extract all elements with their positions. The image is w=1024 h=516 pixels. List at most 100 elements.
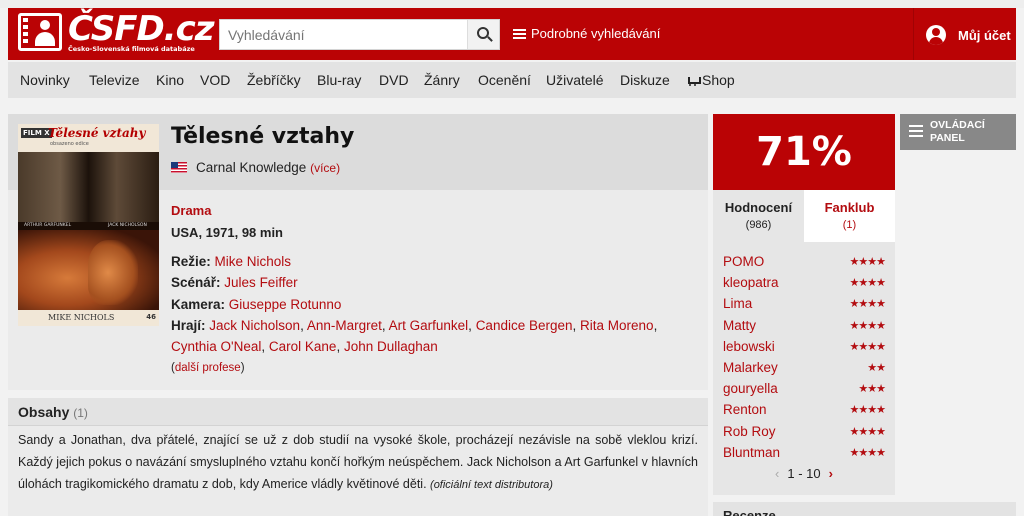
- cast-link[interactable]: Ann-Margret: [307, 318, 382, 333]
- camera-row: Kamera: Giuseppe Rotunno: [171, 297, 341, 312]
- user-rating-row: Matty ★★★★: [723, 316, 886, 337]
- search-input[interactable]: [220, 20, 468, 49]
- plot-box: Obsahy (1) Sandy a Jonathan, dva přátelé…: [8, 398, 708, 516]
- star-rating-icon: ★★★★: [849, 340, 886, 353]
- poster-actor-right: JACK NICHOLSON: [108, 223, 147, 228]
- poster-actor-left: ARTHUR GARFUNKEL: [24, 223, 72, 228]
- original-title-more-link[interactable]: (více): [310, 161, 340, 175]
- more-professions-link[interactable]: další profese: [175, 362, 241, 374]
- tab-ratings[interactable]: Hodnocení (986): [713, 190, 804, 242]
- film-genre[interactable]: Drama: [171, 203, 211, 218]
- chevron-left-icon[interactable]: ‹: [775, 466, 779, 481]
- user-rating-row: lebowski ★★★★: [723, 337, 886, 358]
- tab-ratings-label: Hodnocení: [724, 200, 793, 215]
- nav-shop-label: Shop: [702, 72, 735, 88]
- user-name-link[interactable]: Bluntman: [723, 445, 780, 460]
- nav-item-uzivatele[interactable]: Uživatelé: [546, 72, 604, 88]
- original-title-text: Carnal Knowledge: [196, 160, 307, 175]
- account-label: Můj účet: [958, 28, 1011, 43]
- cast-link[interactable]: Jack Nicholson: [209, 318, 300, 333]
- plot-count: (1): [73, 406, 88, 420]
- user-rating-row: Bluntman ★★★★: [723, 443, 886, 464]
- director-row: Režie: Mike Nichols: [171, 254, 291, 269]
- nav-item-dvd[interactable]: DVD: [379, 72, 409, 88]
- chevron-right-icon[interactable]: ›: [829, 466, 833, 481]
- user-name-link[interactable]: lebowski: [723, 339, 775, 354]
- nav-item-televize[interactable]: Televize: [89, 72, 140, 88]
- poster-title: Tělesné vztahy: [48, 126, 146, 140]
- original-title: Carnal Knowledge (více): [196, 160, 340, 175]
- control-panel-button[interactable]: OVLÁDACÍ PANEL: [900, 114, 1016, 150]
- cast-link[interactable]: Rita Moreno: [580, 318, 654, 333]
- nav-item-diskuze[interactable]: Diskuze: [620, 72, 670, 88]
- poster-subtitle: obsazeno edice: [50, 141, 89, 147]
- poster-director: MIKE NICHOLS: [48, 313, 115, 322]
- plot-title: Obsahy (1): [18, 404, 88, 420]
- search-box: [219, 19, 500, 50]
- user-name-link[interactable]: gouryella: [723, 381, 778, 396]
- advanced-search-link[interactable]: Podrobné vyhledávání: [513, 26, 660, 41]
- user-name-link[interactable]: Rob Roy: [723, 424, 776, 439]
- director-label: Režie:: [171, 254, 211, 269]
- plot-note: (oficiální text distributora): [430, 479, 553, 491]
- star-rating-icon: ★★★★: [849, 298, 886, 311]
- nav-item-bluray[interactable]: Blu-ray: [317, 72, 361, 88]
- poster-number: 46: [146, 313, 156, 321]
- usa-flag-icon: [171, 162, 187, 173]
- rating-tabs: Hodnocení (986) Fanklub (1): [713, 190, 895, 242]
- user-rating-row: POMO ★★★★: [723, 252, 886, 273]
- next-section-box: Recenze: [713, 502, 1016, 516]
- star-rating-icon: ★★: [867, 362, 886, 374]
- plot-title-text: Obsahy: [18, 404, 70, 420]
- writer-link[interactable]: Jules Feiffer: [224, 275, 297, 290]
- advanced-search-label: Podrobné vyhledávání: [531, 26, 661, 41]
- account-menu[interactable]: Můj účet: [913, 8, 1016, 60]
- user-name-link[interactable]: kleopatra: [723, 275, 779, 290]
- tab-ratings-count: (986): [745, 219, 772, 231]
- film-logo-icon: [18, 13, 62, 51]
- camera-link[interactable]: Giuseppe Rotunno: [229, 297, 342, 312]
- cast-link[interactable]: Candice Bergen: [476, 318, 573, 333]
- search-button[interactable]: [467, 20, 499, 49]
- star-rating-icon: ★★★★: [849, 404, 886, 417]
- cast-label: Hrají:: [171, 318, 206, 333]
- user-name-link[interactable]: Malarkey: [723, 360, 778, 375]
- film-title: Tělesné vztahy: [171, 124, 355, 149]
- rating-score: 71%: [713, 114, 895, 190]
- nav-item-oceneni[interactable]: Ocenění: [478, 72, 531, 88]
- tab-fanclub[interactable]: Fanklub (1): [804, 190, 895, 242]
- plot-body: Sandy a Jonathan, dva přátelé, znající s…: [18, 433, 698, 491]
- poster-faces-image: [18, 152, 159, 222]
- nav-item-zanry[interactable]: Žánry: [424, 72, 460, 88]
- user-rating-row: Renton ★★★★: [723, 400, 886, 421]
- writer-row: Scénář: Jules Feiffer: [171, 275, 298, 290]
- user-rating-row: Lima ★★★★: [723, 294, 886, 315]
- cast-link[interactable]: Carol Kane: [269, 339, 337, 354]
- paren-close: ): [240, 362, 245, 374]
- nav-item-kino[interactable]: Kino: [156, 72, 184, 88]
- cast-link[interactable]: Art Garfunkel: [389, 318, 469, 333]
- director-link[interactable]: Mike Nichols: [215, 254, 292, 269]
- logo-subtitle: Česko-Slovenská filmová databáze: [68, 45, 195, 53]
- cast-row-2: Cynthia O'Neal, Carol Kane, John Dullagh…: [171, 339, 438, 354]
- nav-item-shop[interactable]: Shop: [686, 72, 735, 88]
- nav-item-novinky[interactable]: Novinky: [20, 72, 70, 88]
- user-name-link[interactable]: Renton: [723, 402, 767, 417]
- camera-label: Kamera:: [171, 297, 226, 312]
- top-strip: [0, 0, 1024, 8]
- pager-range: 1 - 10: [787, 466, 821, 481]
- user-name-link[interactable]: Lima: [723, 296, 752, 311]
- user-name-link[interactable]: Matty: [723, 318, 756, 333]
- cast-link[interactable]: John Dullaghan: [344, 339, 438, 354]
- sliders-icon: [513, 28, 526, 39]
- tab-fanclub-count: (1): [842, 219, 857, 231]
- next-section-title: Recenze: [723, 508, 776, 516]
- site-logo[interactable]: ČSFD.cz Česko-Slovenská filmová databáze: [18, 9, 215, 55]
- nav-item-vod[interactable]: VOD: [200, 72, 230, 88]
- nav-item-zebricky[interactable]: Žebříčky: [247, 72, 301, 88]
- more-professions: (další profese): [171, 362, 245, 374]
- user-name-link[interactable]: POMO: [723, 254, 764, 269]
- cast-link[interactable]: Cynthia O'Neal: [171, 339, 261, 354]
- film-poster[interactable]: FILM X Tělesné vztahy obsazeno edice ART…: [18, 124, 159, 326]
- plot-header: Obsahy (1): [8, 398, 708, 426]
